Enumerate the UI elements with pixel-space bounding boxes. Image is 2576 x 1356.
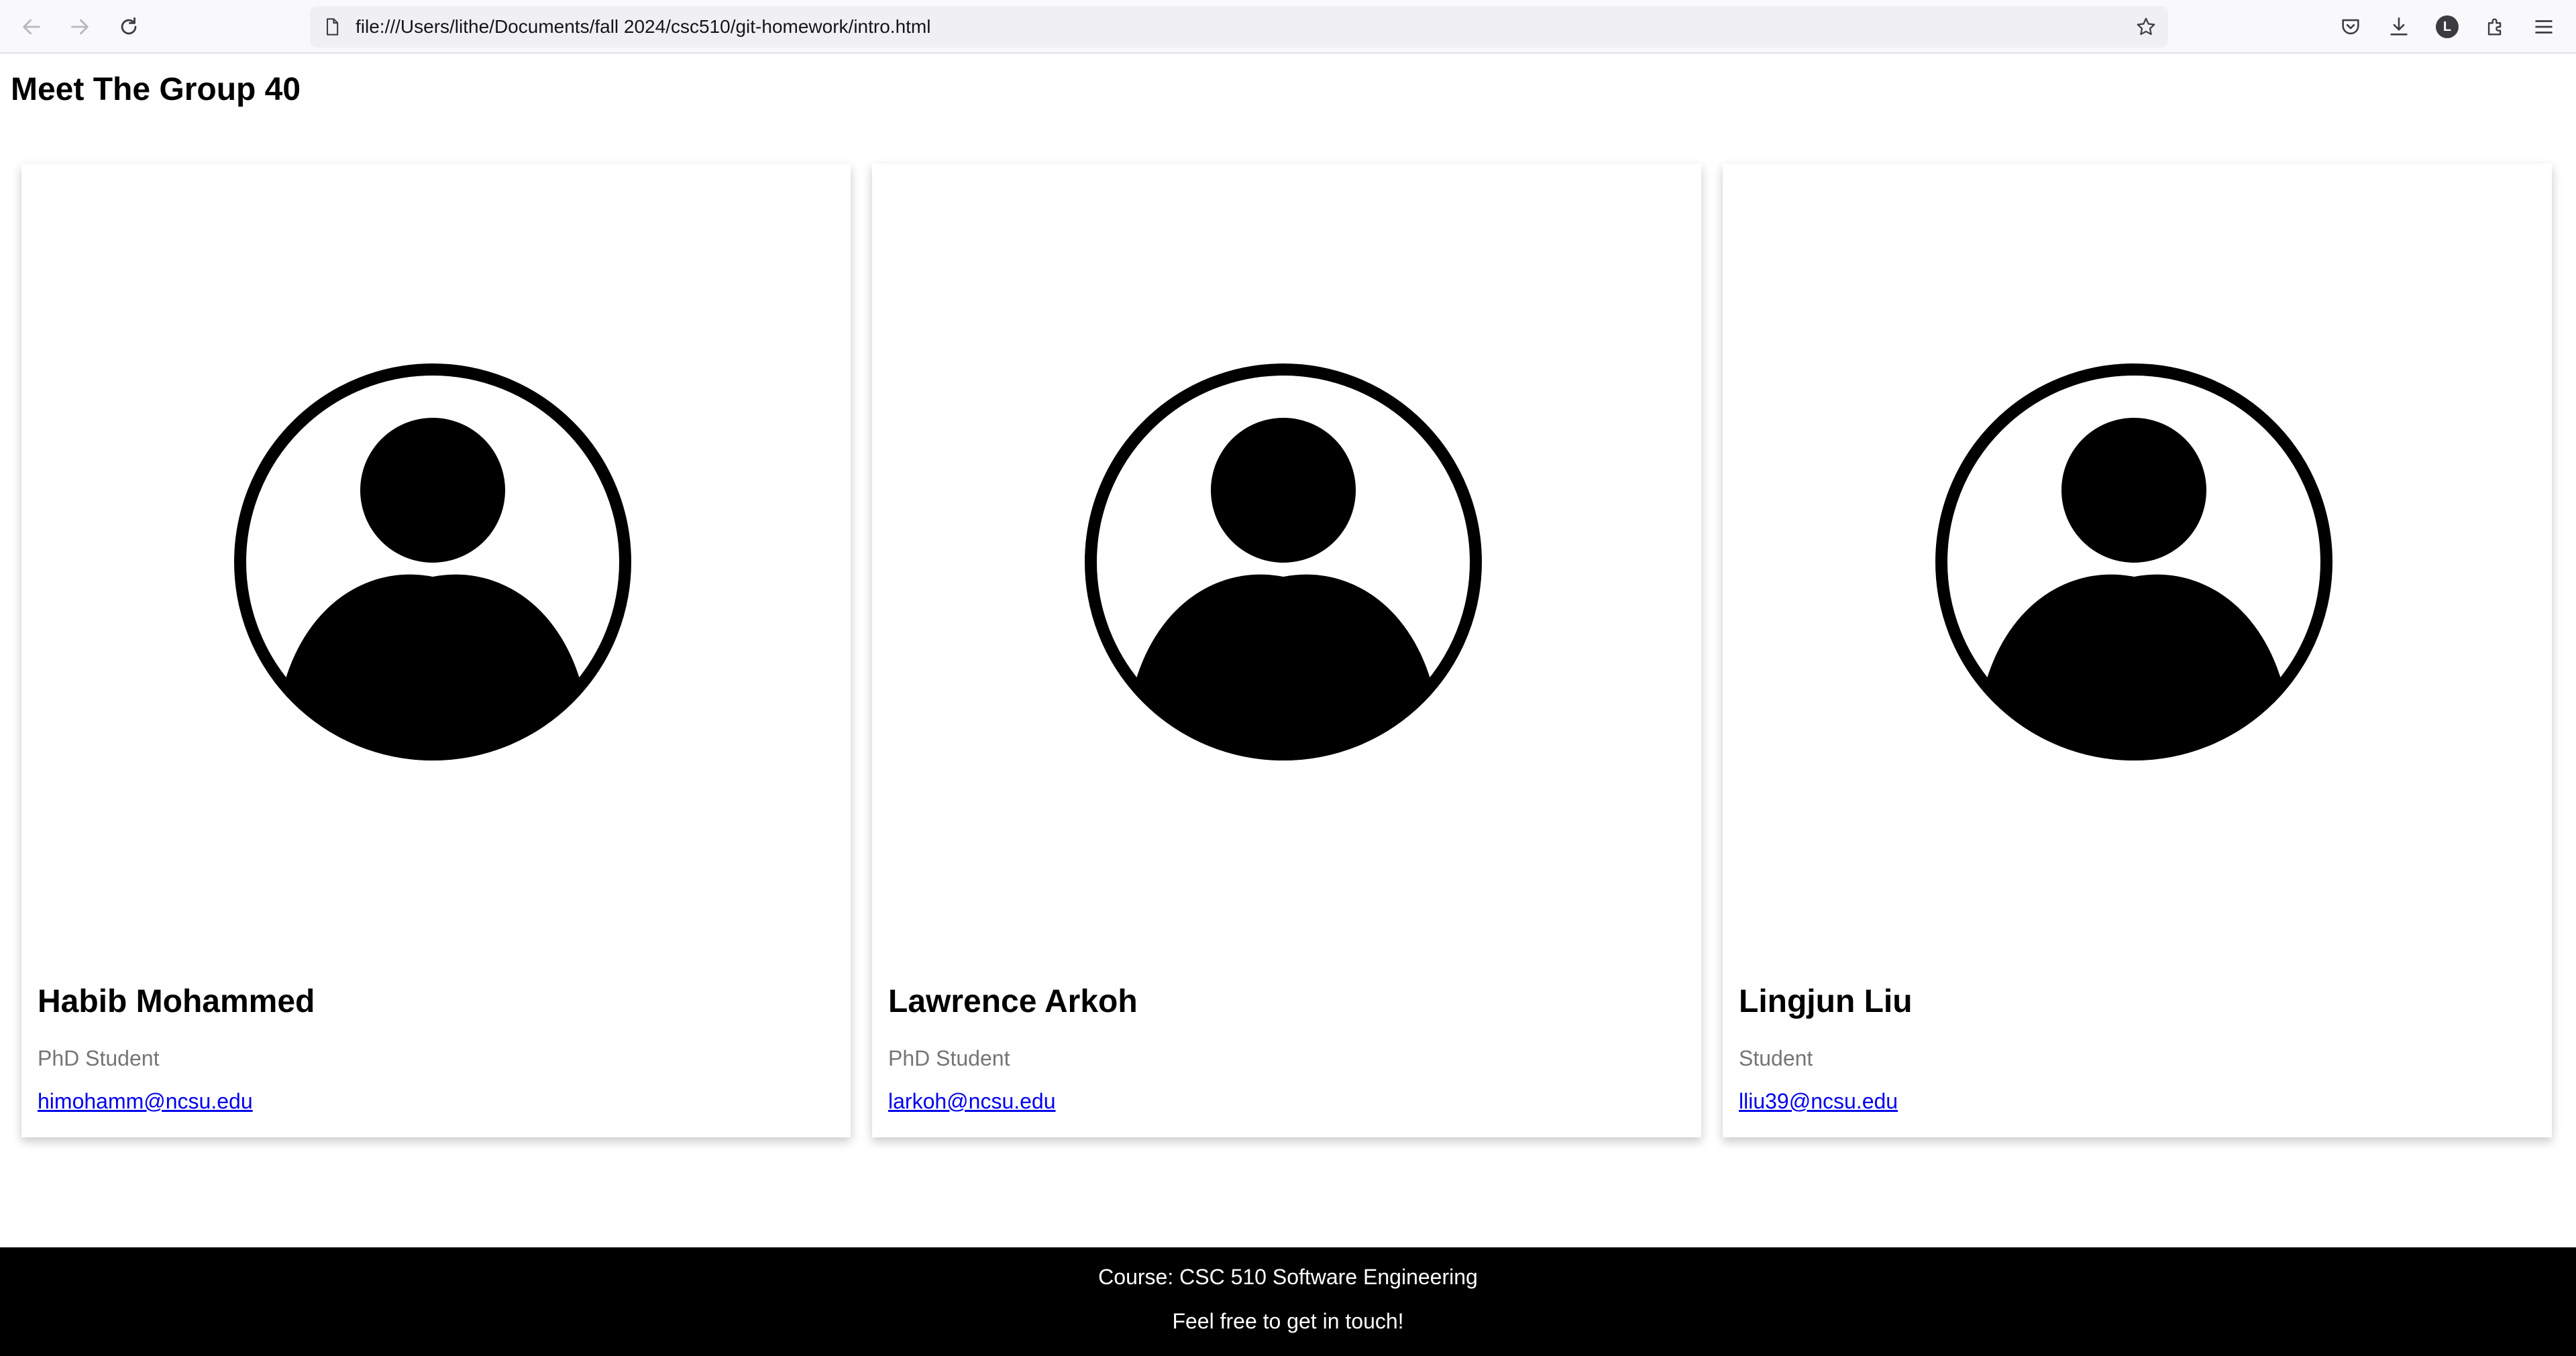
member-card: Lawrence Arkoh PhD Student larkoh@ncsu.e… xyxy=(872,164,1701,1137)
member-role: PhD Student xyxy=(38,1046,160,1070)
page-footer: Course: CSC 510 Software Engineering Fee… xyxy=(0,1247,2576,1356)
extensions-icon[interactable] xyxy=(2479,11,2512,43)
reload-icon[interactable] xyxy=(113,11,145,43)
member-card: Habib Mohammed PhD Student himohamm@ncsu… xyxy=(21,164,851,1137)
member-cards: Habib Mohammed PhD Student himohamm@ncsu… xyxy=(21,164,2555,1137)
member-email-link[interactable]: larkoh@ncsu.edu xyxy=(888,1089,1056,1114)
browser-toolbar: file:///Users/lithe/Documents/fall 2024/… xyxy=(0,0,2576,54)
forward-icon[interactable] xyxy=(64,11,96,43)
member-name: Lingjun Liu xyxy=(1739,984,1913,1019)
contact-text: Feel free to get in touch! xyxy=(1172,1309,1404,1333)
pocket-icon[interactable] xyxy=(2334,11,2367,43)
member-name: Lawrence Arkoh xyxy=(888,984,1138,1019)
member-card: Lingjun Liu Student lliu39@ncsu.edu xyxy=(1723,164,2552,1137)
user-avatar-icon xyxy=(1933,361,2335,763)
member-email-link[interactable]: lliu39@ncsu.edu xyxy=(1739,1089,1898,1114)
back-icon[interactable] xyxy=(15,11,48,43)
account-avatar-icon[interactable]: L xyxy=(2431,11,2463,43)
address-bar[interactable]: file:///Users/lithe/Documents/fall 2024/… xyxy=(310,6,2168,48)
user-avatar-icon xyxy=(1082,361,1485,763)
member-role: Student xyxy=(1739,1046,1813,1070)
course-text: Course: CSC 510 Software Engineering xyxy=(1098,1265,1478,1289)
downloads-icon[interactable] xyxy=(2383,11,2415,43)
member-name: Habib Mohammed xyxy=(38,984,315,1019)
user-avatar-icon xyxy=(231,361,634,763)
document-icon xyxy=(319,14,345,40)
profile-initial: L xyxy=(2436,15,2459,38)
menu-icon[interactable] xyxy=(2528,11,2560,43)
bookmark-star-icon[interactable] xyxy=(2133,14,2159,40)
url-text[interactable]: file:///Users/lithe/Documents/fall 2024/… xyxy=(356,6,930,48)
member-role: PhD Student xyxy=(888,1046,1010,1070)
page-title: Meet The Group 40 xyxy=(11,72,301,107)
member-email-link[interactable]: himohamm@ncsu.edu xyxy=(38,1089,253,1114)
